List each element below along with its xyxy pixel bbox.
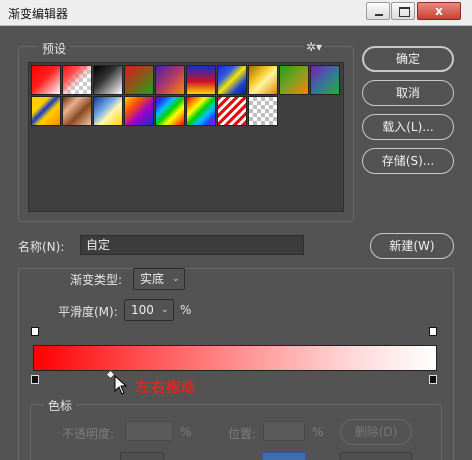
preset-swatch[interactable]	[186, 65, 216, 95]
chevron-down-icon: ⌄	[161, 305, 169, 315]
color-swatch[interactable]	[120, 452, 164, 460]
location-input[interactable]	[263, 421, 305, 441]
new-button[interactable]: 新建(W)	[370, 233, 454, 259]
preset-swatch[interactable]	[93, 65, 123, 95]
name-label: 名称(N):	[18, 240, 65, 254]
gradient-bar[interactable]	[33, 345, 437, 371]
preset-swatch[interactable]	[93, 96, 123, 126]
gradient-type-select[interactable]: 实底 ⌄	[133, 268, 185, 290]
minimize-button[interactable]	[366, 2, 390, 20]
preset-swatch[interactable]	[310, 65, 340, 95]
preset-swatch[interactable]	[31, 65, 61, 95]
color-stop-left[interactable]	[31, 375, 39, 384]
preset-swatch[interactable]	[62, 96, 92, 126]
opacity-stop-right[interactable]	[429, 327, 437, 336]
opacity-label: 不透明度:	[62, 427, 115, 441]
smoothness-select[interactable]: 100 ⌄	[124, 299, 174, 321]
window-title: 渐变编辑器	[8, 7, 69, 21]
preset-swatch[interactable]	[155, 65, 185, 95]
preset-swatch[interactable]	[62, 65, 92, 95]
load-button[interactable]: 载入(L)...	[362, 114, 454, 140]
location-label: 位置:	[228, 427, 257, 441]
close-button[interactable]: x	[417, 2, 461, 20]
opacity-unit: %	[180, 425, 192, 439]
color-picker-swatch[interactable]	[262, 452, 306, 460]
drag-annotation: 左右拖动	[136, 380, 196, 396]
opacity-input[interactable]	[125, 421, 173, 441]
preset-grid	[28, 62, 344, 212]
gradient-type-label: 渐变类型:	[70, 273, 123, 287]
maximize-button[interactable]	[391, 2, 415, 20]
preset-swatch[interactable]	[124, 96, 154, 126]
preset-swatch[interactable]	[124, 65, 154, 95]
delete-button[interactable]: 删除(D)	[340, 419, 412, 445]
save-button[interactable]: 存储(S)...	[362, 148, 454, 174]
gear-icon[interactable]: ✲▾	[304, 40, 325, 54]
preset-swatch[interactable]	[155, 96, 185, 126]
close-icon: x	[435, 4, 443, 18]
location-unit: %	[312, 425, 324, 439]
preset-swatch[interactable]	[217, 65, 247, 95]
smoothness-value: 100	[131, 303, 154, 317]
preset-swatch[interactable]	[217, 96, 247, 126]
opacity-stop-left[interactable]	[31, 327, 39, 336]
color-stop-right[interactable]	[429, 375, 437, 384]
smoothness-unit: %	[180, 303, 192, 317]
preset-swatch[interactable]	[248, 65, 278, 95]
preset-swatch[interactable]	[31, 96, 61, 126]
name-input[interactable]: 自定	[80, 235, 304, 255]
gradient-type-value: 实底	[140, 272, 165, 286]
chevron-down-icon: ⌄	[172, 274, 180, 284]
preset-swatch[interactable]	[248, 96, 278, 126]
cancel-button[interactable]: 取消	[362, 80, 454, 106]
preset-swatch[interactable]	[279, 65, 309, 95]
location-input-bottom[interactable]	[340, 452, 412, 460]
ok-button[interactable]: 确定	[362, 46, 454, 72]
color-stop-group-label: 色标	[44, 397, 77, 414]
title-bar: 渐变编辑器 x	[0, 0, 472, 26]
preset-swatch[interactable]	[186, 96, 216, 126]
mouse-cursor-icon	[114, 375, 128, 395]
presets-label: 预设	[38, 40, 71, 57]
smoothness-label: 平滑度(M):	[58, 305, 118, 319]
